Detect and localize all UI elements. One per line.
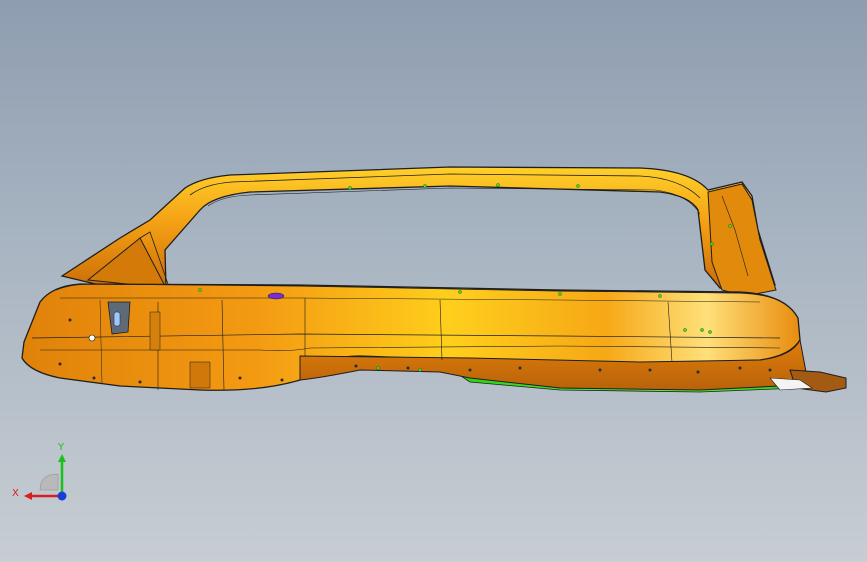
front-slot	[113, 311, 121, 327]
fastener-feature	[267, 292, 285, 300]
front-recess	[149, 311, 161, 351]
roof-rail	[60, 166, 776, 293]
model-view[interactable]	[0, 0, 867, 562]
c-pillar-inner	[707, 183, 777, 297]
triad-y-label: Y	[57, 442, 65, 453]
triad-z-axis	[57, 491, 67, 501]
triad-x-arrow	[24, 492, 32, 500]
triad-x-label: X	[12, 488, 19, 499]
triad-y-arrow	[58, 454, 66, 462]
graphics-viewport[interactable]: Y X	[0, 0, 867, 562]
triad-plane	[39, 473, 59, 491]
front-hole	[88, 334, 96, 342]
coordinate-triad: Y X	[12, 442, 67, 501]
roof-inner-line	[207, 187, 701, 215]
front-recess-2	[189, 361, 211, 389]
